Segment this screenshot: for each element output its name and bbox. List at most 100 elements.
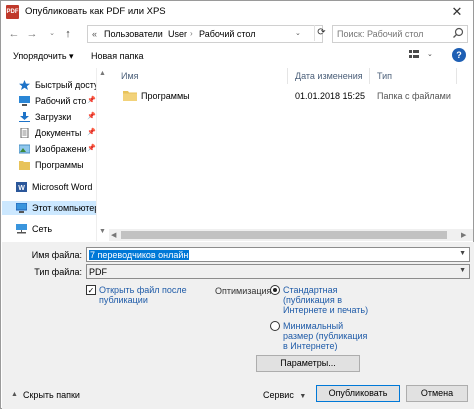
- search-icon: [453, 27, 464, 38]
- forward-arrow-icon[interactable]: →: [25, 27, 39, 41]
- scrollbar-thumb[interactable]: [121, 231, 447, 239]
- computer-icon: [16, 203, 27, 213]
- publish-button[interactable]: Опубликовать: [316, 385, 400, 402]
- sidebar-item-programs[interactable]: Программы: [2, 158, 96, 172]
- up-arrow-icon[interactable]: ↑: [61, 27, 75, 41]
- breadcrumb-item-users[interactable]: Пользователи: [104, 29, 163, 39]
- svg-text:W: W: [18, 185, 25, 192]
- file-type: Папка с файлами: [377, 91, 451, 101]
- chevron-down-icon[interactable]: ▼: [459, 250, 466, 257]
- nav-scrollbar[interactable]: ▲ ▼: [96, 68, 108, 241]
- breadcrumb[interactable]: « Пользователи › User › Рабочий стол ⌄: [87, 25, 323, 43]
- column-divider[interactable]: [287, 68, 288, 84]
- refresh-icon[interactable]: ⟳: [314, 25, 328, 41]
- filename-input[interactable]: 7 переводчиков онлайн: [89, 250, 190, 260]
- network-icon: [16, 224, 27, 234]
- navigation-pane: Быстрый доступ Рабочий сто 📌 Загрузки 📌 …: [2, 68, 96, 241]
- view-dropdown-icon[interactable]: ⌄: [427, 50, 433, 58]
- organize-button[interactable]: Упорядочить ▾: [13, 51, 74, 62]
- sidebar-item-label: Загрузки: [35, 112, 72, 122]
- horizontal-scrollbar[interactable]: ◀ ▶: [109, 229, 473, 241]
- sidebar-item-downloads[interactable]: Загрузки 📌: [2, 110, 96, 124]
- column-divider[interactable]: [369, 68, 370, 84]
- optimization-standard-label[interactable]: Стандартная: [283, 285, 338, 295]
- optimization-standard-radio[interactable]: [270, 285, 280, 295]
- search-input[interactable]: [337, 28, 449, 40]
- search-field[interactable]: [332, 25, 468, 43]
- star-icon: [19, 80, 30, 90]
- file-list: Имя Дата изменения Тип Программы 01.01.2…: [109, 68, 473, 229]
- open-after-publish-label-line2[interactable]: публикации: [99, 295, 148, 305]
- sidebar-item-label: Рабочий сто: [35, 96, 87, 106]
- filename-field[interactable]: 7 переводчиков онлайн ▼: [86, 247, 470, 262]
- title-bar: PDF Опубликовать как PDF или XPS ✕: [1, 1, 473, 23]
- optimization-standard-label-line3[interactable]: Интернете и печать): [283, 305, 368, 315]
- breadcrumb-item-desktop[interactable]: Рабочий стол: [199, 29, 256, 39]
- save-options-panel: Имя файла: 7 переводчиков онлайн ▼ Тип ф…: [2, 242, 474, 409]
- column-header-name[interactable]: Имя: [109, 68, 285, 84]
- optimization-minimum-label-line2[interactable]: размер (публикация: [283, 331, 367, 341]
- sidebar-item-desktop[interactable]: Рабочий сто 📌: [2, 94, 96, 108]
- help-icon[interactable]: ?: [452, 48, 466, 62]
- scroll-up-icon[interactable]: ▲: [99, 70, 106, 77]
- column-header-date[interactable]: Дата изменения: [289, 68, 369, 84]
- view-options-icon[interactable]: [409, 49, 423, 61]
- chevron-down-icon[interactable]: ▼: [459, 267, 466, 274]
- scroll-down-icon[interactable]: ▼: [99, 228, 106, 235]
- table-row[interactable]: Программы 01.01.2018 15:25 Папка с файла…: [117, 88, 451, 103]
- sidebar-item-label: Microsoft Word: [32, 182, 93, 192]
- breadcrumb-item-user[interactable]: User: [168, 29, 187, 39]
- column-header-type[interactable]: Тип: [371, 68, 451, 84]
- optimization-label: Оптимизация:: [215, 286, 274, 296]
- breadcrumb-overflow-icon[interactable]: «: [92, 29, 97, 39]
- address-dropdown-icon[interactable]: ⌄: [295, 29, 301, 37]
- column-header-label: Тип: [377, 71, 393, 81]
- hide-folders-icon[interactable]: ▲: [11, 391, 18, 398]
- scroll-right-icon[interactable]: ▶: [461, 231, 466, 239]
- pin-icon: 📌: [87, 97, 96, 104]
- file-date: 01.01.2018 15:25: [295, 91, 366, 101]
- window-title: Опубликовать как PDF или XPS: [25, 6, 166, 17]
- sidebar-item-network[interactable]: Сеть: [2, 222, 96, 236]
- sidebar-item-label: Сеть: [32, 224, 53, 234]
- cancel-button[interactable]: Отмена: [406, 385, 468, 402]
- filetype-select[interactable]: PDF ▼: [86, 264, 470, 279]
- recent-dropdown-icon[interactable]: ⌄: [45, 27, 59, 41]
- open-after-publish-checkbox[interactable]: ✓: [86, 285, 96, 295]
- pin-icon: 📌: [87, 145, 96, 152]
- new-folder-button[interactable]: Новая папка: [91, 51, 143, 61]
- sidebar-item-label: Изображени: [35, 144, 87, 154]
- filename-label: Имя файла:: [31, 250, 82, 260]
- open-after-publish-label[interactable]: Открыть файл после: [99, 285, 187, 295]
- hide-folders-link[interactable]: Скрыть папки: [23, 390, 80, 400]
- back-arrow-icon[interactable]: ←: [7, 27, 21, 41]
- sidebar-item-this-pc[interactable]: Этот компьютер: [2, 201, 96, 215]
- download-icon: [19, 112, 30, 122]
- sidebar-item-word[interactable]: W Microsoft Word: [2, 180, 96, 194]
- breadcrumb-separator: ›: [159, 29, 162, 38]
- column-header-label: Дата изменения: [295, 71, 363, 81]
- pdf-app-icon: PDF: [6, 5, 19, 19]
- optimization-minimum-label-line3[interactable]: в Интернете): [283, 341, 337, 351]
- folder-icon: [123, 91, 137, 101]
- breadcrumb-separator: ›: [190, 29, 193, 38]
- sidebar-item-documents[interactable]: Документы 📌: [2, 126, 96, 140]
- sidebar-item-quick-access[interactable]: Быстрый доступ: [2, 78, 96, 92]
- service-menu-button[interactable]: Сервис ▼: [263, 390, 306, 400]
- optimization-minimum-radio[interactable]: [270, 321, 280, 331]
- sidebar-item-label: Быстрый доступ: [35, 80, 96, 90]
- column-header-label: Имя: [121, 71, 139, 81]
- pictures-icon: [19, 144, 30, 154]
- scroll-left-icon[interactable]: ◀: [111, 231, 116, 239]
- optimization-minimum-label[interactable]: Минимальный: [283, 321, 343, 331]
- sidebar-item-label: Этот компьютер: [32, 203, 96, 213]
- sidebar-item-pictures[interactable]: Изображени 📌: [2, 142, 96, 156]
- desktop-icon: [19, 96, 30, 106]
- sidebar-item-label: Программы: [35, 160, 84, 170]
- optimization-standard-label-line2[interactable]: (публикация в: [283, 295, 342, 305]
- parameters-button[interactable]: Параметры...: [256, 355, 360, 372]
- close-button[interactable]: ✕: [447, 2, 467, 22]
- folder-icon: [19, 161, 30, 170]
- filetype-label: Тип файла:: [34, 267, 82, 277]
- column-divider[interactable]: [456, 68, 457, 84]
